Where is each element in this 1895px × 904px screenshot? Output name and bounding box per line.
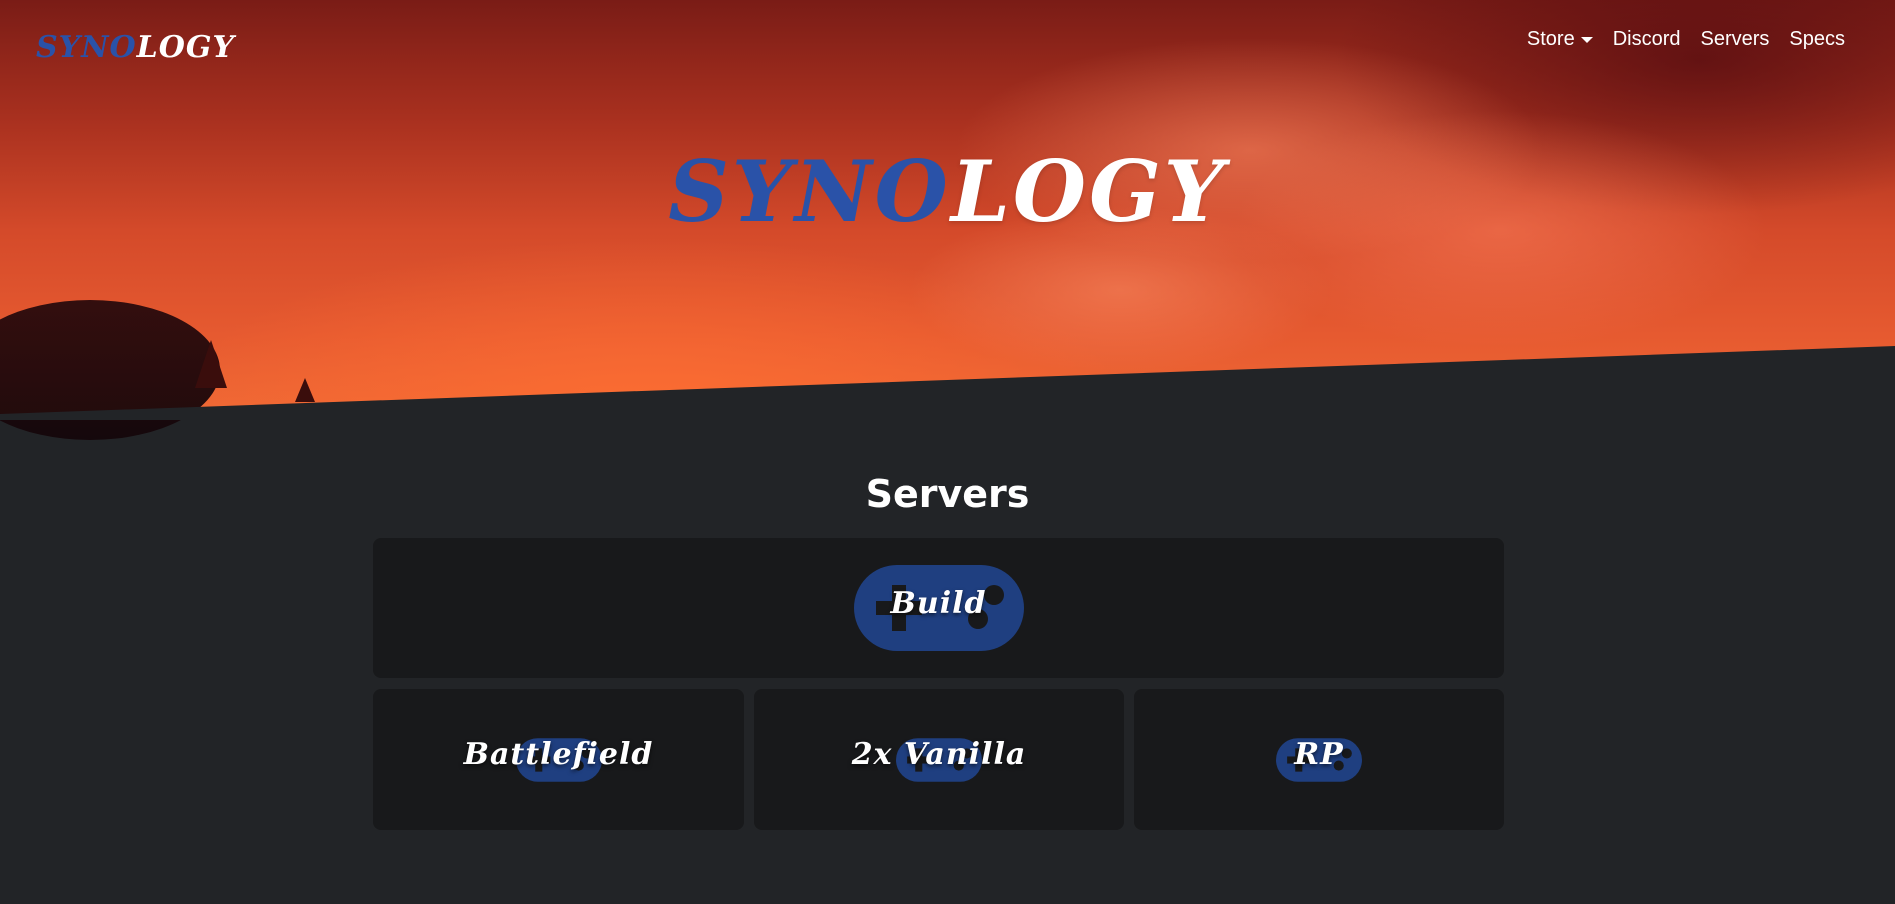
nav-specs-label: Specs [1789,28,1845,50]
hero-logo-title: Synology [0,150,1895,234]
nav-store-dropdown[interactable]: Store [1517,28,1603,51]
server-card-battlefield[interactable]: Battlefield [373,689,744,830]
server-card-label: 2x Vanilla [851,737,1027,772]
nav-servers-link[interactable]: Servers [1691,28,1780,51]
page: Synology Store Discord Servers Specs Syn… [0,0,1895,904]
nav-specs-link[interactable]: Specs [1779,28,1855,51]
servers-heading: Servers [865,472,1030,516]
server-card-label: Build [890,585,987,621]
hero-title-part-b: logy [950,142,1227,241]
nav-discord-link[interactable]: Discord [1603,28,1691,51]
server-card-2x-vanilla[interactable]: 2x Vanilla [754,689,1124,830]
nav-store-label: Store [1526,28,1575,50]
server-card-label: Battlefield [463,737,654,772]
server-card-build[interactable]: Build [373,538,1504,678]
brand-part-a: Syno [36,30,137,65]
brand-part-b: logy [136,30,235,65]
hero-title-part-a: Syno [668,142,951,241]
nav-servers-label: Servers [1700,28,1770,50]
nav-discord-label: Discord [1612,28,1681,50]
top-nav: Store Discord Servers Specs [1517,28,1855,51]
brand-logo[interactable]: Synology [36,30,235,65]
server-card-label: RP [1294,737,1344,772]
server-card-rp[interactable]: RP [1134,689,1504,830]
caret-down-icon [1580,36,1593,43]
